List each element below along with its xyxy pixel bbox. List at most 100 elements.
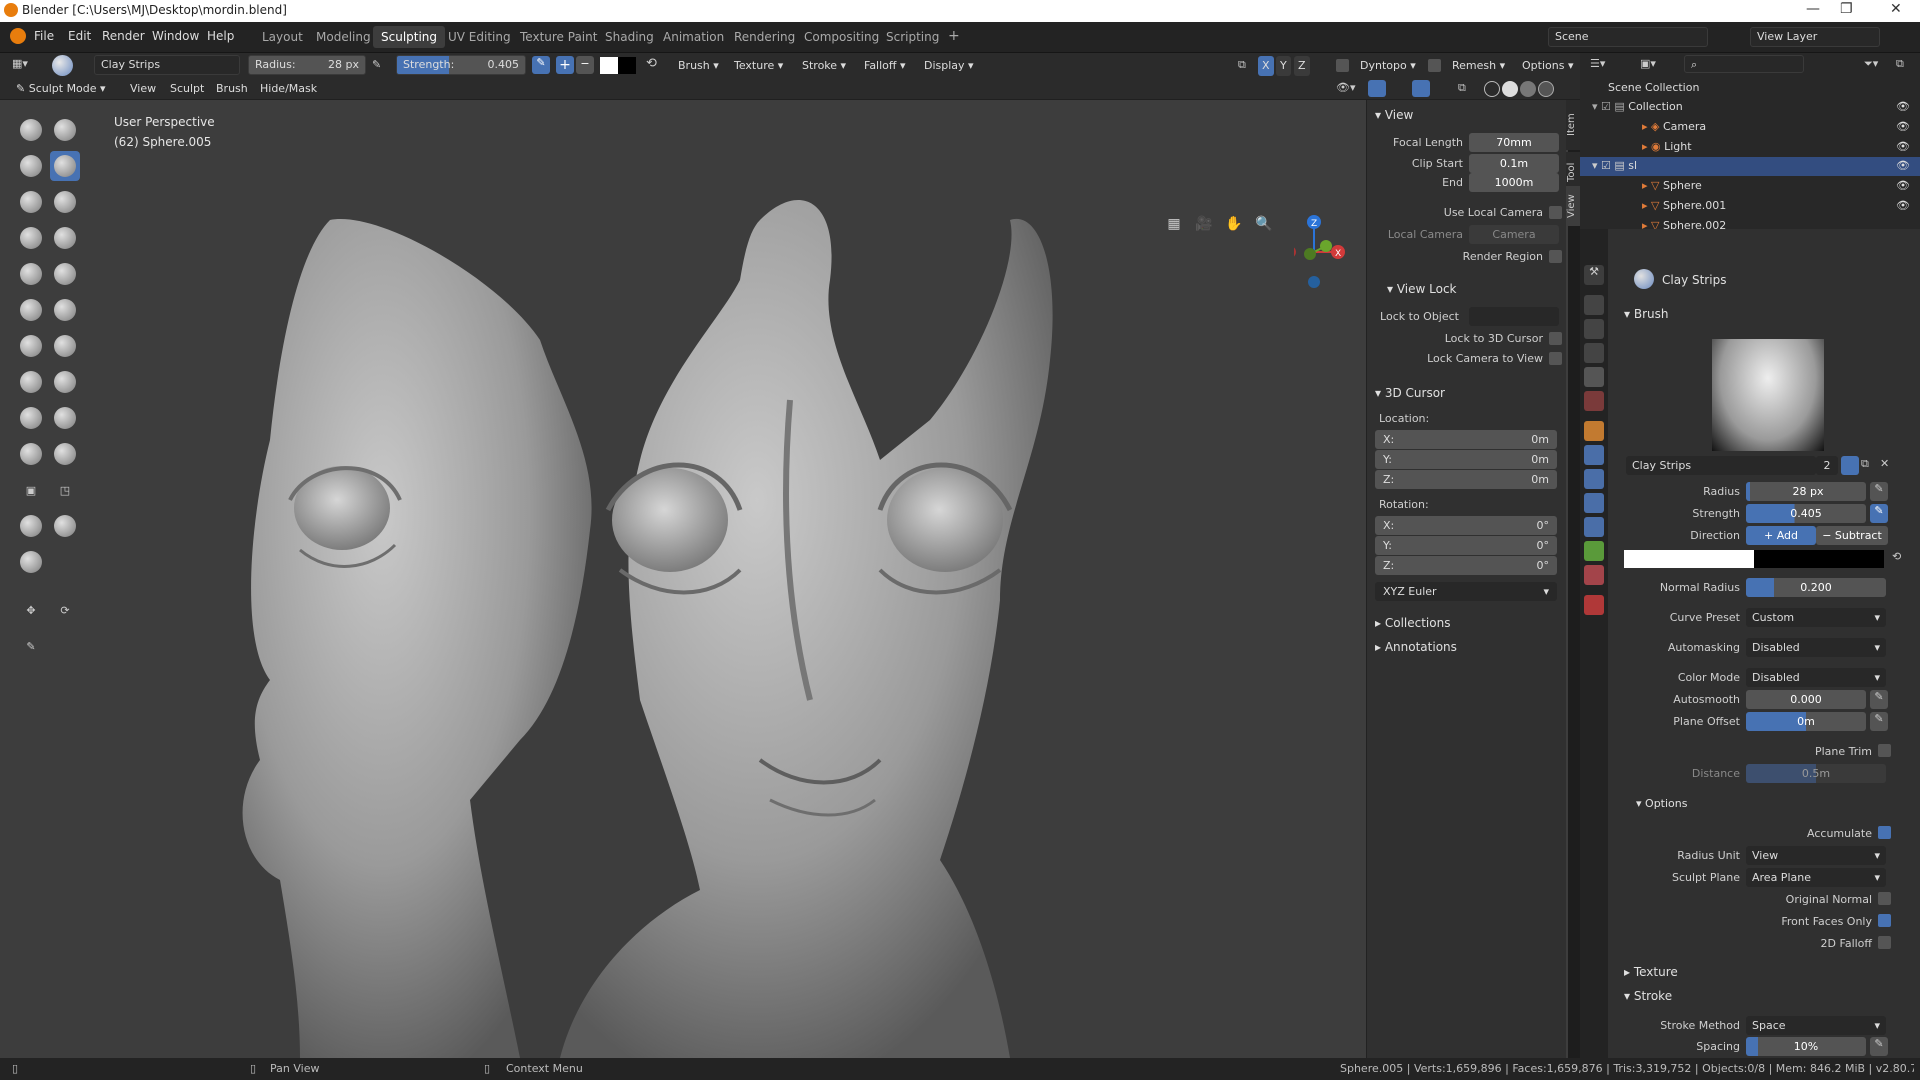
stroke-panel-header[interactable]: ▾ Stroke: [1624, 989, 1672, 1003]
tab-modeling[interactable]: Modeling: [308, 26, 379, 48]
rendered-shading-icon[interactable]: [1538, 81, 1554, 97]
options-subpanel-header[interactable]: ▾ Options: [1636, 797, 1687, 810]
physics-tab-icon[interactable]: [1584, 493, 1604, 513]
outliner-item-sphere-001[interactable]: ▸ ▽ Sphere.001 👁: [1580, 197, 1920, 216]
menu-render[interactable]: Render: [102, 29, 145, 43]
3d-viewport[interactable]: ▣ ◳ ✥ ⟳ ✎ User Perspective (62) Sphere.005…: [0, 100, 1568, 1058]
inflate-tool-icon[interactable]: [50, 187, 80, 217]
grid-toggle-icon[interactable]: ▦: [1162, 212, 1186, 236]
outliner-item-collection[interactable]: ▾ ☑ ▤ Collection 👁: [1580, 98, 1920, 117]
cursor-rotation-y[interactable]: Y: 0°: [1375, 536, 1557, 555]
eye-icon[interactable]: 👁: [1896, 199, 1910, 212]
zoom-icon[interactable]: 🔍: [1252, 212, 1276, 236]
dyntopo-menu[interactable]: Dyntopo ▾: [1354, 56, 1422, 76]
outliner-scene-collection[interactable]: Scene Collection: [1580, 79, 1920, 98]
camera-view-icon[interactable]: 🎥: [1192, 212, 1216, 236]
direction-add-icon[interactable]: +: [556, 56, 574, 74]
eye-icon[interactable]: 👁: [1896, 159, 1910, 172]
blob-tool-icon[interactable]: [16, 223, 46, 253]
gizmo-toggle-icon[interactable]: [1368, 80, 1386, 97]
dyntopo-checkbox[interactable]: [1336, 59, 1349, 72]
flatten-tool-icon[interactable]: [50, 259, 80, 289]
brush-menu-2[interactable]: Brush: [210, 79, 254, 99]
tab-item[interactable]: Item: [1566, 100, 1580, 150]
accumulate-checkbox[interactable]: [1878, 826, 1891, 839]
radius-field[interactable]: Radius: 28 px: [248, 55, 366, 75]
filter-icon[interactable]: ⏷▾: [1864, 57, 1878, 71]
spacing-field[interactable]: 10%: [1746, 1037, 1866, 1056]
view-layer-selector[interactable]: View Layer: [1750, 27, 1880, 47]
radius-unit-dropdown[interactable]: View ▾: [1746, 846, 1886, 865]
particles-tab-icon[interactable]: [1584, 469, 1604, 489]
overlay-toggle-icon[interactable]: [1412, 80, 1430, 97]
pose-tool-icon[interactable]: [50, 511, 80, 541]
annotate-tool-icon[interactable]: ✎: [16, 631, 46, 661]
symmetry-y-toggle[interactable]: Y: [1276, 56, 1291, 76]
radius-prop-field[interactable]: 28 px: [1746, 482, 1866, 501]
falloff-2d-checkbox[interactable]: [1878, 936, 1891, 949]
lasso-mask-tool-icon[interactable]: ◳: [50, 475, 80, 505]
brush-panel-header[interactable]: ▾ Brush: [1624, 307, 1668, 321]
display-mode-icon[interactable]: ▣▾: [1640, 57, 1656, 70]
swap-colors-button-icon[interactable]: ⟲: [1892, 550, 1901, 563]
eye-icon[interactable]: 👁: [1896, 140, 1910, 153]
menu-window[interactable]: Window: [152, 29, 199, 43]
direction-subtract-button[interactable]: − Subtract: [1816, 526, 1888, 545]
spacing-pressure-icon[interactable]: ✎: [1870, 1037, 1888, 1056]
scene-properties-tab-icon[interactable]: [1584, 367, 1604, 387]
clip-start-field[interactable]: 0.1m: [1469, 154, 1559, 173]
new-collection-icon[interactable]: ⧉: [1896, 57, 1904, 71]
tab-animation[interactable]: Animation: [655, 26, 732, 48]
cursor-location-y[interactable]: Y: 0m: [1375, 450, 1557, 469]
navigation-gizmo[interactable]: Z X: [1294, 212, 1364, 302]
rotation-mode-dropdown[interactable]: XYZ Euler ▾: [1375, 582, 1557, 601]
view-panel-header[interactable]: ▾ View: [1367, 104, 1567, 126]
solid-shading-icon[interactable]: [1502, 81, 1518, 97]
smooth-tool-icon[interactable]: [16, 259, 46, 289]
fill-tool-icon[interactable]: [16, 295, 46, 325]
clay-tool-icon[interactable]: [16, 151, 46, 181]
tab-shading[interactable]: Shading: [597, 26, 662, 48]
visibility-icon[interactable]: 👁▾: [1336, 81, 1356, 94]
mask-tool-icon[interactable]: [50, 439, 80, 469]
render-properties-tab-icon[interactable]: [1584, 295, 1604, 315]
sculpt-menu[interactable]: Sculpt: [164, 79, 210, 99]
world-properties-tab-icon[interactable]: [1584, 391, 1604, 411]
crease-tool-icon[interactable]: [50, 223, 80, 253]
options-menu[interactable]: Options ▾: [1516, 56, 1579, 76]
cursor-location-z[interactable]: Z: 0m: [1375, 470, 1557, 489]
minimize-icon[interactable]: —: [1806, 1, 1820, 17]
outliner-item-sphere[interactable]: ▸ ▽ Sphere 👁: [1580, 177, 1920, 196]
tool-properties-tab-icon[interactable]: ⚒: [1584, 265, 1604, 285]
color-mode-dropdown[interactable]: Disabled ▾: [1746, 668, 1886, 687]
falloff-menu[interactable]: Falloff ▾: [858, 56, 912, 76]
draw-sharp-tool-icon[interactable]: [50, 115, 80, 145]
remesh-menu[interactable]: Remesh ▾: [1446, 56, 1511, 76]
normal-radius-field[interactable]: 0.200: [1746, 578, 1886, 597]
simplify-tool-icon[interactable]: [16, 439, 46, 469]
primary-color-swatch[interactable]: [1624, 550, 1754, 568]
automasking-dropdown[interactable]: Disabled ▾: [1746, 638, 1886, 657]
modifier-properties-tab-icon[interactable]: [1584, 445, 1604, 465]
xray-icon[interactable]: ⧉: [1458, 81, 1466, 95]
rotate-tool-icon[interactable]: ⟳: [50, 595, 80, 625]
menu-file[interactable]: File: [34, 29, 54, 43]
menu-edit[interactable]: Edit: [68, 29, 91, 43]
outliner-editor-icon[interactable]: ☰▾: [1590, 57, 1605, 70]
render-region-checkbox[interactable]: [1549, 250, 1562, 263]
data-properties-tab-icon[interactable]: [1584, 541, 1604, 561]
nudge-tool-icon[interactable]: [16, 403, 46, 433]
snake-hook-tool-icon[interactable]: [16, 367, 46, 397]
autosmooth-pressure-icon[interactable]: ✎: [1870, 690, 1888, 709]
stroke-method-dropdown[interactable]: Space ▾: [1746, 1016, 1886, 1035]
symmetry-z-toggle[interactable]: Z: [1294, 56, 1310, 76]
brush-menu[interactable]: Brush ▾: [672, 56, 725, 76]
editor-type-icon[interactable]: ▦▾: [12, 57, 36, 74]
tab-compositing[interactable]: Compositing: [796, 26, 887, 48]
blender-menu-icon[interactable]: [10, 28, 26, 44]
outliner-search-input[interactable]: ⌕: [1684, 55, 1804, 73]
cloth-tool-icon[interactable]: [16, 547, 46, 577]
pinch-tool-icon[interactable]: [16, 331, 46, 361]
hide-mask-menu[interactable]: Hide/Mask: [254, 79, 323, 99]
sculpt-plane-dropdown[interactable]: Area Plane ▾: [1746, 868, 1886, 887]
